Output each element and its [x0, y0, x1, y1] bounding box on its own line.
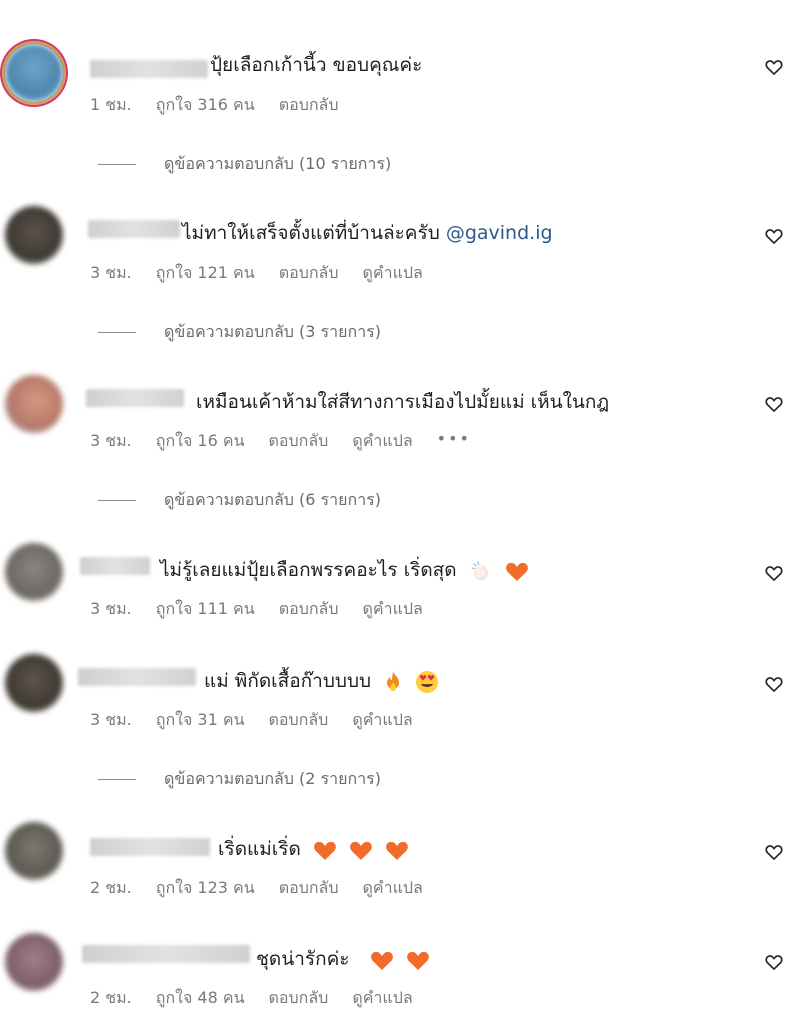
heart-outline-icon[interactable]: [764, 57, 784, 77]
fire-emoji: [387, 670, 400, 691]
username-blurred[interactable]: [90, 838, 210, 856]
view-replies-button[interactable]: ดูข้อความตอบกลับ (3 รายการ): [98, 320, 381, 345]
heart-outline-icon[interactable]: [764, 842, 784, 862]
orange-heart-emoji: [505, 562, 528, 581]
replies-divider: [98, 779, 136, 780]
avatar[interactable]: [5, 44, 63, 102]
reply-button[interactable]: ตอบกลับ: [269, 708, 329, 733]
comment-body: ไม่ทาให้เสร็จตั้งแต่ที่บ้านล่ะครับ: [182, 222, 440, 244]
orange-heart-emoji: [370, 951, 393, 970]
comment-text: ไม่ทาให้เสร็จตั้งแต่ที่บ้านล่ะครับ @gavi…: [182, 218, 553, 248]
comment-meta: 2 ชม. ถูกใจ 123 คน ตอบกลับ ดูคำแปล: [90, 876, 423, 901]
view-replies-button[interactable]: ดูข้อความตอบกลับ (10 รายการ): [98, 152, 391, 177]
reply-button[interactable]: ตอบกลับ: [279, 876, 339, 901]
username-blurred[interactable]: [78, 668, 196, 686]
username-blurred[interactable]: [80, 557, 150, 575]
view-replies-label: ดูข้อความตอบกลับ (10 รายการ): [164, 154, 392, 173]
heart-outline-icon[interactable]: [764, 563, 784, 583]
translate-button[interactable]: ดูคำแปล: [352, 708, 412, 733]
replies-divider: [98, 332, 136, 333]
comment-meta: 3 ชม. ถูกใจ 121 คน ตอบกลับ ดูคำแปล: [90, 261, 423, 286]
translate-button[interactable]: ดูคำแปล: [363, 876, 423, 901]
replies-divider: [98, 164, 136, 165]
username-blurred[interactable]: [82, 945, 250, 963]
translate-button[interactable]: ดูคำแปล: [352, 429, 412, 454]
comment-meta: 3 ชม. ถูกใจ 111 คน ตอบกลับ ดูคำแปล: [90, 597, 423, 622]
translate-button[interactable]: ดูคำแปล: [363, 261, 423, 286]
comment-text: ไม่รู้เลยแม่ปุ้ยเลือกพรรคอะไร เริ่ดสุด: [160, 555, 529, 585]
avatar[interactable]: [5, 933, 63, 991]
orange-heart-emoji: [314, 841, 336, 860]
comment-time: 3 ชม.: [90, 710, 132, 729]
translate-button[interactable]: ดูคำแปล: [363, 597, 423, 622]
heart-outline-icon[interactable]: [764, 394, 784, 414]
view-replies-button[interactable]: ดูข้อความตอบกลับ (2 รายการ): [98, 767, 381, 792]
like-count[interactable]: ถูกใจ 16 คน: [156, 429, 245, 454]
view-replies-button[interactable]: ดูข้อความตอบกลับ (6 รายการ): [98, 488, 381, 513]
comment-time: 3 ชม.: [90, 263, 132, 282]
username-blurred[interactable]: [90, 60, 208, 78]
avatar[interactable]: [5, 206, 63, 264]
comment-time: 3 ชม.: [90, 431, 132, 450]
heart-eyes-emoji: [416, 670, 439, 693]
comment-text: ชุดน่ารักค่ะ: [256, 944, 430, 974]
view-replies-label: ดูข้อความตอบกลับ (2 รายการ): [164, 769, 382, 788]
like-count[interactable]: ถูกใจ 123 คน: [156, 876, 255, 901]
comment-meta: 3 ชม. ถูกใจ 31 คน ตอบกลับ ดูคำแปล: [90, 708, 413, 733]
like-count[interactable]: ถูกใจ 31 คน: [156, 708, 245, 733]
orange-heart-emoji: [350, 841, 372, 860]
more-options-button[interactable]: •••: [437, 429, 471, 454]
avatar[interactable]: [5, 375, 63, 433]
heart-outline-icon[interactable]: [764, 226, 784, 246]
reply-button[interactable]: ตอบกลับ: [279, 261, 339, 286]
orange-heart-emoji: [386, 841, 408, 860]
comment-text: ปุ้ยเลือกเก้านี้ว ขอบคุณค่ะ: [210, 54, 423, 76]
like-count[interactable]: ถูกใจ 111 คน: [156, 597, 255, 622]
reply-button[interactable]: ตอบกลับ: [269, 429, 329, 454]
comment-body: ชุดน่ารักค่ะ: [256, 948, 350, 970]
username-blurred[interactable]: [88, 220, 180, 238]
comment-body: ไม่รู้เลยแม่ปุ้ยเลือกพรรคอะไร เริ่ดสุด: [160, 559, 457, 581]
heart-outline-icon[interactable]: [764, 952, 784, 972]
mention-link[interactable]: @gavind.ig: [446, 222, 553, 244]
username-blurred[interactable]: [86, 389, 184, 407]
comment-time: 1 ชม.: [90, 95, 132, 114]
comment-text: เหมือนเค้าห้ามใส่สีทางการเมืองไปมั้ยแม่ …: [196, 391, 610, 413]
replies-divider: [98, 500, 136, 501]
heart-outline-icon[interactable]: [764, 674, 784, 694]
comment-meta: 1 ชม. ถูกใจ 316 คน ตอบกลับ: [90, 93, 339, 118]
clapping-hands-emoji: [470, 560, 488, 580]
avatar[interactable]: [5, 654, 63, 712]
view-replies-label: ดูข้อความตอบกลับ (3 รายการ): [164, 322, 382, 341]
reply-button[interactable]: ตอบกลับ: [279, 93, 339, 118]
like-count[interactable]: ถูกใจ 316 คน: [156, 93, 255, 118]
comment-body: แม่ พิกัดเสื้อก๊าบบบบ: [204, 670, 372, 692]
comment-meta: 3 ชม. ถูกใจ 16 คน ตอบกลับ ดูคำแปล •••: [90, 429, 471, 454]
comment-body: เริ่ดแม่เริ่ด: [218, 838, 301, 860]
comment-time: 2 ชม.: [90, 878, 132, 897]
orange-heart-emoji: [406, 951, 429, 970]
avatar[interactable]: [5, 543, 63, 601]
comment-text: แม่ พิกัดเสื้อก๊าบบบบ: [204, 666, 439, 696]
avatar[interactable]: [5, 822, 63, 880]
comment-time: 3 ชม.: [90, 599, 132, 618]
view-replies-label: ดูข้อความตอบกลับ (6 รายการ): [164, 490, 382, 509]
reply-button[interactable]: ตอบกลับ: [279, 597, 339, 622]
like-count[interactable]: ถูกใจ 121 คน: [156, 261, 255, 286]
comment-text: เริ่ดแม่เริ่ด: [218, 834, 409, 864]
